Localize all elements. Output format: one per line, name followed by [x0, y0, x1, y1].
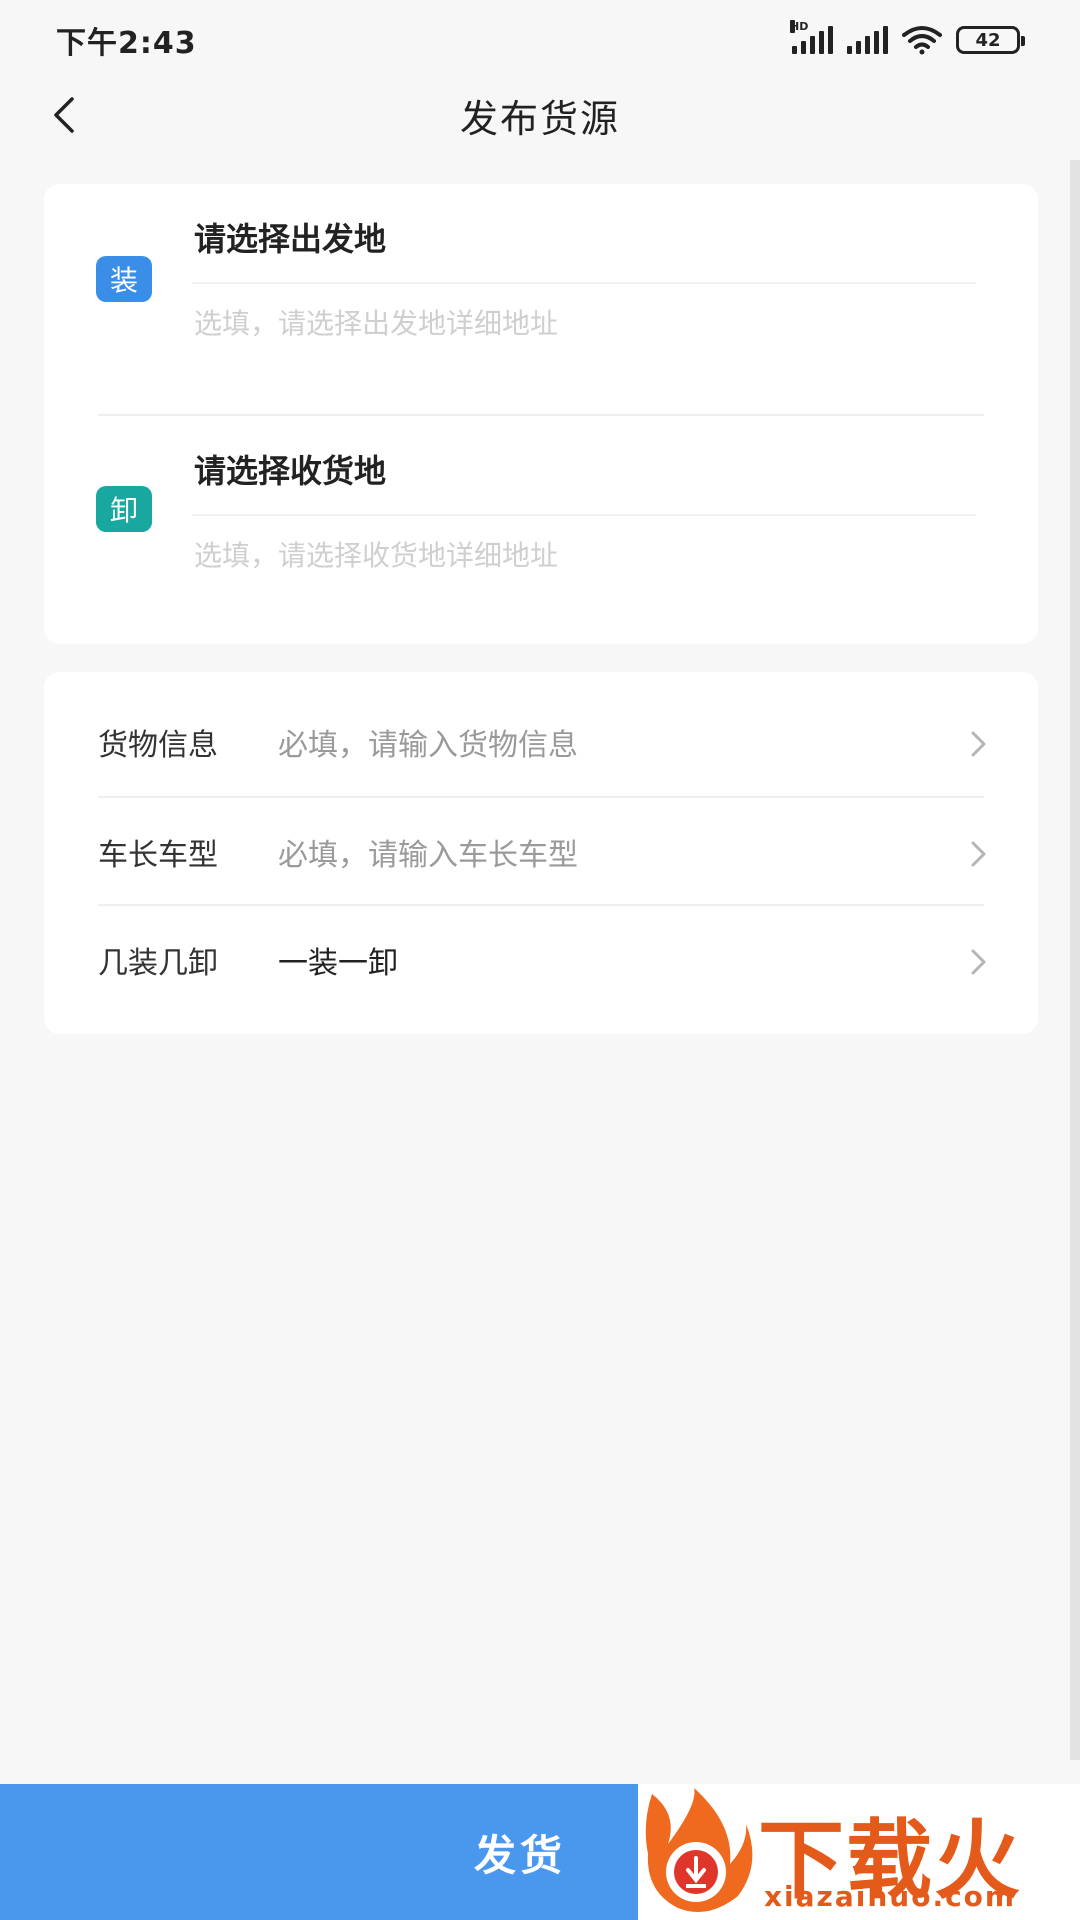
wifi-icon [902, 26, 942, 55]
hd-label: HD [790, 20, 809, 33]
hd-signal-icon: HD [790, 20, 833, 54]
destination-row[interactable]: 卸 请选择收货地 选填，请选择收货地详细地址 [44, 446, 1038, 656]
unload-tag: 卸 [96, 486, 152, 532]
origin-divider [192, 282, 976, 284]
scrollbar[interactable] [1070, 160, 1080, 1760]
cargo-info-value: 必填，请输入货物信息 [278, 728, 578, 763]
page-title: 发布货源 [459, 96, 620, 141]
status-icons: HD 42 [790, 20, 1025, 55]
watermark-logo: 下载火 xiazaihuo.com [638, 1784, 1080, 1920]
battery-icon: 42 [956, 26, 1025, 54]
vehicle-type-value: 必填，请输入车长车型 [278, 838, 578, 873]
cargo-info-label: 货物信息 [98, 728, 218, 763]
battery-level: 42 [975, 29, 1001, 51]
destination-detail-input[interactable]: 选填，请选择收货地详细地址 [194, 534, 558, 574]
origin-detail-input[interactable]: 选填，请选择出发地详细地址 [194, 302, 558, 342]
load-unload-count-value: 一装一卸 [278, 946, 398, 981]
address-card: 装 请选择出发地 选填，请选择出发地详细地址 卸 请选择收货地 选填，请选择收货… [44, 184, 1038, 644]
chevron-right-icon [971, 949, 986, 975]
ship-button-label: 发货 [473, 1830, 566, 1880]
destination-select[interactable]: 请选择收货地 [194, 446, 386, 492]
load-unload-count-row[interactable]: 几装几卸 一装一卸 [44, 910, 1038, 1010]
watermark-url: xiazaihuo.com [764, 1880, 1017, 1913]
vehicle-type-row[interactable]: 车长车型 必填，请输入车长车型 [44, 802, 1038, 902]
info-divider [98, 904, 984, 906]
status-bar: 下午2:43 HD 42 [0, 0, 1080, 80]
publish-cargo-page: 下午2:43 HD 42 发布货源 装 请选择出发地 选填，请选择出发地详细地址… [0, 0, 1080, 1920]
info-divider [98, 796, 984, 798]
vehicle-type-label: 车长车型 [98, 838, 218, 873]
status-time: 下午2:43 [56, 26, 197, 61]
flame-logo-icon [645, 1788, 753, 1912]
origin-row[interactable]: 装 请选择出发地 选填，请选择出发地详细地址 [44, 214, 1038, 424]
address-divider [98, 414, 984, 416]
origin-select[interactable]: 请选择出发地 [194, 214, 386, 260]
load-tag: 装 [96, 256, 152, 302]
chevron-right-icon [971, 841, 986, 867]
header: 发布货源 [0, 80, 1080, 150]
cargo-info-row[interactable]: 货物信息 必填，请输入货物信息 [44, 692, 1038, 792]
chevron-right-icon [971, 731, 986, 757]
chevron-left-icon [54, 97, 74, 133]
cargo-info-card: 货物信息 必填，请输入货物信息 车长车型 必填，请输入车长车型 几装几卸 一装一… [44, 672, 1038, 1034]
load-unload-count-label: 几装几卸 [98, 946, 218, 981]
signal-icon [847, 26, 888, 54]
destination-divider [192, 514, 976, 516]
back-button[interactable] [38, 90, 88, 140]
